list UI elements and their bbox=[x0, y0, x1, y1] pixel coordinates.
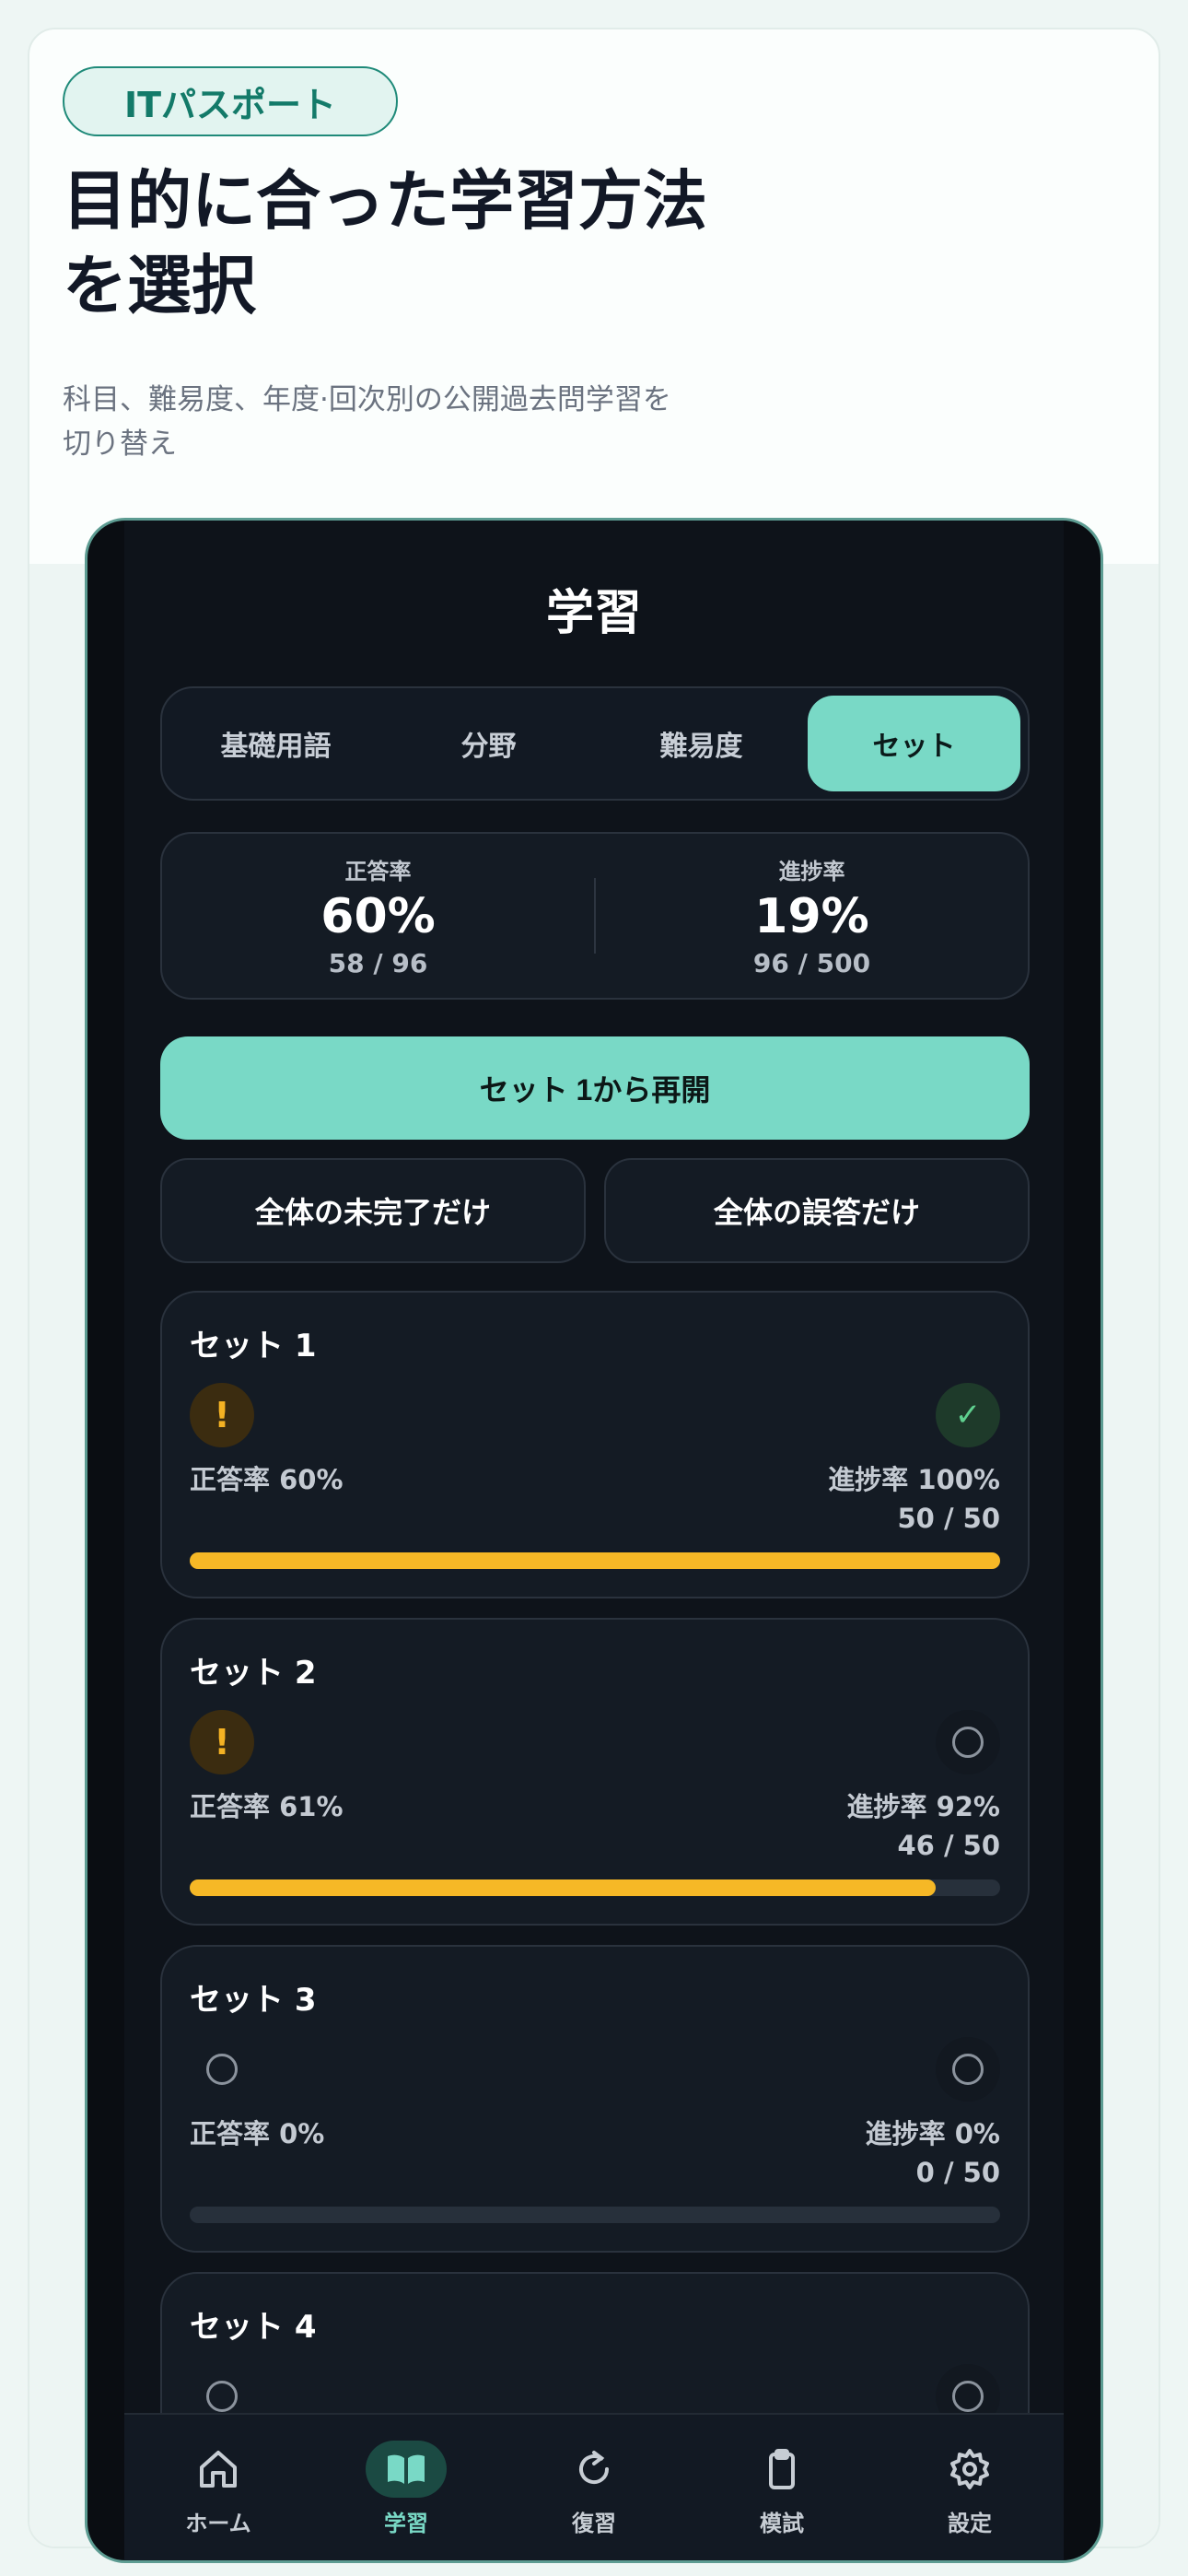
check-icon: ✓ bbox=[936, 1383, 1000, 1447]
filter-incomplete-button[interactable]: 全体の未完了だけ bbox=[160, 1158, 586, 1263]
refresh-icon bbox=[553, 2441, 635, 2498]
bottom-tab-bar: ホーム 学習 復習 模試 設定 bbox=[124, 2413, 1064, 2560]
resume-button[interactable]: セット 1から再開 bbox=[160, 1036, 1030, 1140]
progress-count: 96 / 500 bbox=[752, 948, 871, 978]
home-icon bbox=[178, 2441, 259, 2498]
tab-label: ホーム bbox=[185, 2511, 251, 2536]
set-card[interactable]: セット 3 正答率 0% 進捗率 0% 0 / 50 bbox=[160, 1945, 1030, 2253]
set-accuracy: 正答率 61% bbox=[190, 1791, 344, 1822]
tab-review[interactable]: 復習 bbox=[500, 2441, 688, 2537]
accuracy-value: 60% bbox=[320, 889, 436, 944]
clipboard-icon bbox=[741, 2441, 822, 2498]
accuracy-stat: 正答率 60% 58 / 96 bbox=[162, 853, 594, 978]
set-progress: 進捗率 0% bbox=[865, 2118, 1000, 2149]
segment-difficulty[interactable]: 難易度 bbox=[595, 696, 808, 791]
progress-bar bbox=[190, 1552, 1000, 1569]
empty-circle-icon bbox=[936, 1710, 1000, 1774]
accuracy-label: 正答率 bbox=[344, 859, 412, 884]
segment-basic-terms[interactable]: 基礎用語 bbox=[169, 696, 382, 791]
set-title: セット 3 bbox=[190, 1982, 317, 2019]
accuracy-count: 58 / 96 bbox=[328, 948, 428, 978]
tab-label: 復習 bbox=[572, 2511, 616, 2536]
segment-set[interactable]: セット bbox=[808, 696, 1020, 791]
screen-title: 学習 bbox=[545, 586, 642, 641]
tab-mock-exam[interactable]: 模試 bbox=[688, 2441, 876, 2537]
set-count: 50 / 50 bbox=[897, 1503, 1001, 1534]
subtext-line-1: 科目、難易度、年度·回次別の公開過去問学習を bbox=[63, 383, 671, 416]
headline-line-2: を選択 bbox=[63, 248, 256, 323]
set-card[interactable]: セット 2 ! 正答率 61% 進捗率 92% 46 / 50 bbox=[160, 1618, 1030, 1926]
headline-line-1: 目的に合った学習方法 bbox=[63, 163, 707, 239]
set-progress: 進捗率 92% bbox=[846, 1791, 1000, 1822]
progress-bar bbox=[190, 1879, 1000, 1896]
warning-icon: ! bbox=[190, 1710, 254, 1774]
exam-badge: ITパスポート bbox=[63, 66, 398, 136]
progress-bar-fill bbox=[190, 1879, 936, 1896]
empty-circle-icon bbox=[936, 2037, 1000, 2102]
warning-icon: ! bbox=[190, 1383, 254, 1447]
set-accuracy: 正答率 0% bbox=[190, 2118, 325, 2149]
set-title: セット 1 bbox=[190, 1328, 317, 1364]
set-title: セット 4 bbox=[190, 2309, 317, 2346]
set-progress: 進捗率 100% bbox=[828, 1464, 1000, 1495]
empty-circle-icon bbox=[190, 2037, 254, 2102]
set-accuracy: 正答率 60% bbox=[190, 1464, 344, 1495]
progress-bar bbox=[190, 2207, 1000, 2223]
headline: 目的に合った学習方法 を選択 bbox=[63, 158, 799, 328]
subtext: 科目、難易度、年度·回次別の公開過去問学習を 切り替え bbox=[63, 378, 763, 466]
tab-label: 模試 bbox=[760, 2511, 804, 2536]
stats-summary: 正答率 60% 58 / 96 進捗率 19% 96 / 500 bbox=[160, 832, 1030, 1000]
subtext-line-2: 切り替え bbox=[63, 427, 177, 461]
progress-label: 進捗率 bbox=[778, 859, 845, 884]
tab-label: 学習 bbox=[384, 2511, 428, 2536]
phone-mockup: 学習 基礎用語 分野 難易度 セット 正答率 60% 58 / 96 進捗率 1… bbox=[85, 518, 1103, 2563]
set-title: セット 2 bbox=[190, 1655, 317, 1692]
book-icon bbox=[366, 2441, 447, 2498]
gear-icon bbox=[929, 2441, 1010, 2498]
tab-label: 設定 bbox=[948, 2511, 992, 2536]
set-count: 46 / 50 bbox=[897, 1830, 1001, 1861]
filter-wrong-button[interactable]: 全体の誤答だけ bbox=[604, 1158, 1030, 1263]
progress-stat: 進捗率 19% 96 / 500 bbox=[596, 853, 1028, 978]
progress-value: 19% bbox=[754, 889, 869, 944]
progress-bar-fill bbox=[190, 1552, 1000, 1569]
set-card[interactable]: セット 1 ! ✓ 正答率 60% 進捗率 100% 50 / 50 bbox=[160, 1291, 1030, 1598]
tab-study[interactable]: 学習 bbox=[312, 2441, 500, 2537]
mode-segmented-control: 基礎用語 分野 難易度 セット bbox=[160, 686, 1030, 801]
study-screen: 学習 基礎用語 分野 難易度 セット 正答率 60% 58 / 96 進捗率 1… bbox=[124, 521, 1064, 2560]
segment-field[interactable]: 分野 bbox=[382, 696, 595, 791]
tab-settings[interactable]: 設定 bbox=[876, 2441, 1064, 2537]
tab-home[interactable]: ホーム bbox=[124, 2441, 312, 2537]
set-count: 0 / 50 bbox=[915, 2157, 1000, 2188]
